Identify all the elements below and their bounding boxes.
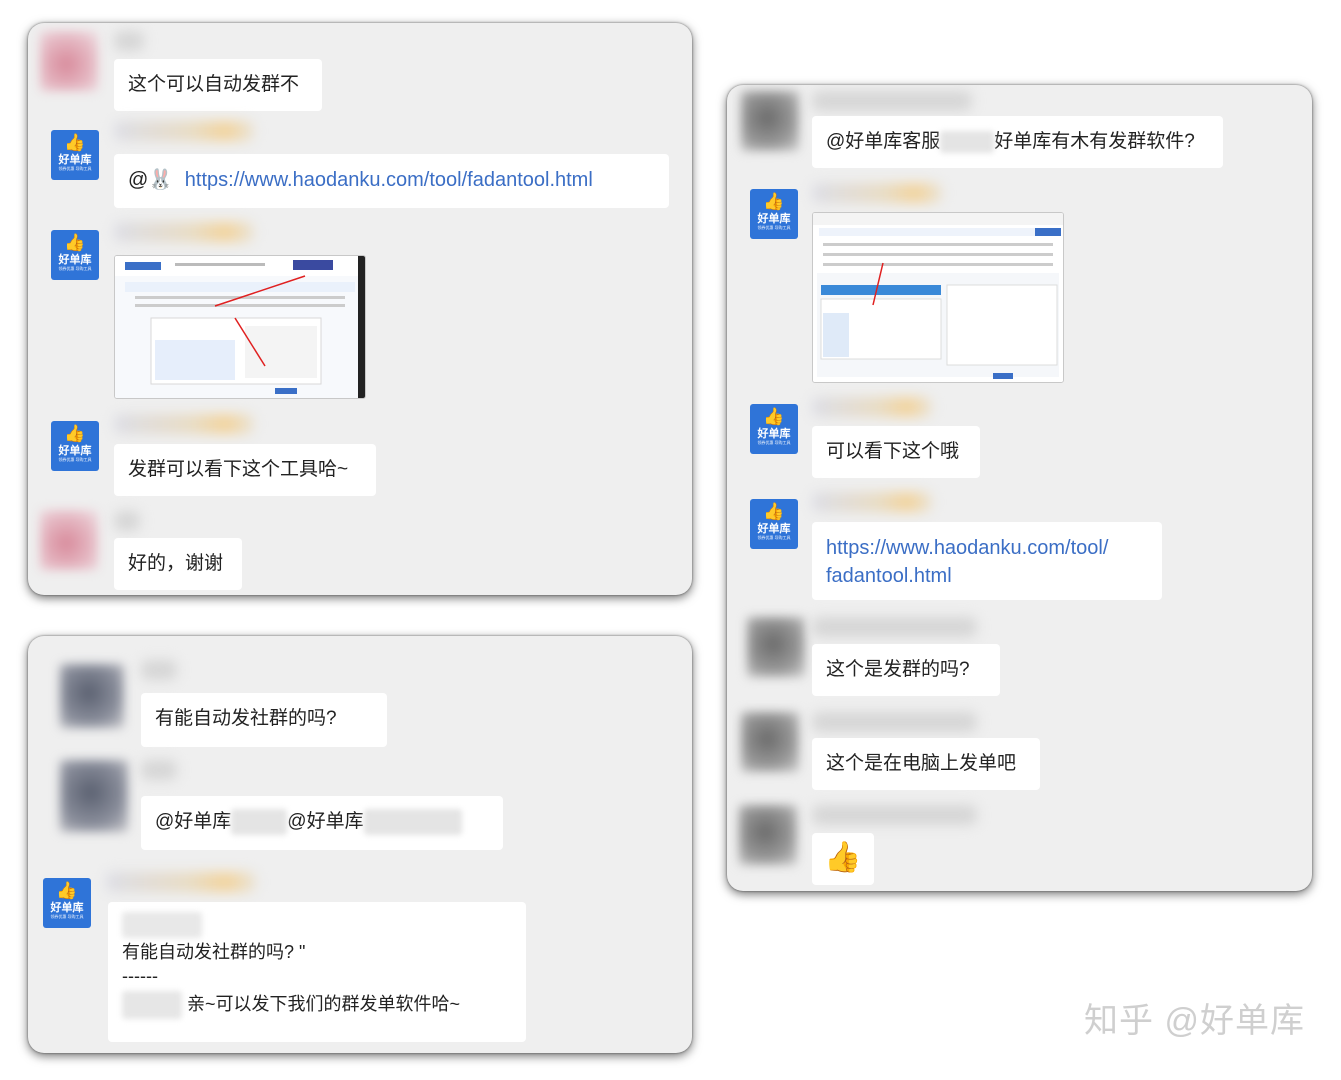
blurred-name — [231, 808, 288, 835]
message-bubble[interactable]: 好的，谢谢 — [114, 538, 242, 590]
sender-name — [141, 760, 177, 780]
sender-name — [812, 397, 932, 417]
message-text: 好单库有木有发群软件? — [994, 131, 1195, 152]
logo-brand-text: 好单库 — [58, 445, 92, 457]
message-bubble[interactable]: 👍 — [812, 833, 874, 885]
message-link[interactable]: https://www.haodanku.com/tool/fadantool.… — [185, 169, 593, 191]
message-text: 这个可以自动发群不 — [128, 74, 300, 95]
message-bubble[interactable]: 可以看下这个哦 — [812, 426, 980, 478]
mention-text: @🐰 — [128, 169, 174, 191]
sender-name — [106, 872, 256, 892]
logo-tagline: 领券优惠 导购工具 — [58, 166, 92, 171]
user-avatar[interactable] — [747, 617, 805, 677]
message-text: 好的，谢谢 — [128, 553, 224, 574]
sender-name — [114, 511, 140, 531]
haodanku-logo-avatar[interactable]: 👍 好单库 领券优惠 导购工具 — [750, 189, 798, 239]
quoted-message-text: 有能自动发社群的吗? " — [122, 942, 306, 962]
logo-brand-text: 好单库 — [757, 523, 791, 535]
haodanku-logo-avatar[interactable]: 👍 好单库 领券优惠 导购工具 — [750, 499, 798, 549]
quoted-sender-blurred — [122, 912, 202, 938]
screenshot-thumbnail-graphic — [115, 256, 365, 398]
blurred-name — [363, 808, 462, 835]
user-avatar[interactable] — [40, 31, 98, 91]
sender-name — [812, 712, 977, 732]
thumbs-up-icon: 👍 — [56, 881, 78, 900]
message-bubble[interactable]: 有能自动发社群的吗? — [141, 693, 387, 747]
logo-brand-text: 好单库 — [58, 154, 92, 166]
sender-name — [812, 91, 972, 111]
message-bubble[interactable]: 这个可以自动发群不 — [114, 59, 322, 111]
thumbs-up-icon: 👍 — [64, 133, 86, 152]
message-bubble[interactable]: 这个是发群的吗? — [812, 644, 1000, 696]
message-bubble[interactable]: @好单库 @好单库 — [141, 796, 503, 850]
screenshot-image[interactable] — [812, 212, 1064, 383]
message-text: 发群可以看下这个工具哈~ — [128, 459, 349, 480]
user-avatar[interactable] — [40, 510, 98, 570]
logo-tagline: 领券优惠 导购工具 — [50, 914, 84, 919]
logo-tagline: 领券优惠 导购工具 — [757, 535, 791, 540]
message-bubble[interactable]: @🐰 https://www.haodanku.com/tool/fadanto… — [114, 154, 669, 208]
logo-tagline: 领券优惠 导购工具 — [58, 266, 92, 271]
chat-panel-right: @好单库客服 好单库有木有发群软件? 👍 好单库 领券优惠 导购工具 👍 好单库 … — [727, 85, 1312, 891]
zhihu-watermark: 知乎 @好单库 — [1084, 1002, 1305, 1040]
haodanku-logo-avatar[interactable]: 👍 好单库 领券优惠 导购工具 — [750, 404, 798, 454]
thumbs-up-emoji-icon: 👍 — [824, 841, 862, 874]
haodanku-logo-avatar[interactable]: 👍 好单库 领券优惠 导购工具 — [51, 230, 99, 280]
thumbs-up-icon: 👍 — [763, 192, 785, 211]
user-avatar[interactable] — [741, 712, 799, 772]
blurred-name — [940, 130, 995, 153]
user-avatar[interactable] — [739, 805, 797, 865]
logo-brand-text: 好单库 — [757, 428, 791, 440]
message-text: 这个是发群的吗? — [826, 659, 970, 680]
thumbs-up-icon: 👍 — [64, 233, 86, 252]
chat-panel-top-left: 这个可以自动发群不 👍 好单库 领券优惠 导购工具 @🐰 https://www… — [28, 23, 692, 595]
reply-line: 亲~可以发下我们的群发单软件哈~ — [122, 990, 512, 1020]
sender-name — [114, 121, 254, 141]
sender-name — [114, 31, 144, 51]
user-avatar[interactable] — [60, 664, 124, 728]
message-text: 这个是在电脑上发单吧 — [826, 753, 1017, 774]
haodanku-logo-avatar[interactable]: 👍 好单库 领券优惠 导购工具 — [51, 421, 99, 471]
logo-brand-text: 好单库 — [757, 213, 791, 225]
logo-brand-text: 好单库 — [50, 902, 84, 914]
sender-name — [812, 183, 942, 203]
mention-text: @好单库 — [155, 811, 232, 832]
message-bubble[interactable]: @好单库客服 好单库有木有发群软件? — [812, 116, 1223, 168]
sender-name — [812, 805, 977, 825]
user-avatar[interactable] — [741, 91, 799, 151]
mention-text: @好单库客服 — [826, 131, 941, 152]
chat-panel-bottom-left: 有能自动发社群的吗? @好单库 @好单库 👍 好单库 领券优惠 导购工具 有能自动… — [28, 636, 692, 1053]
haodanku-logo-avatar[interactable]: 👍 好单库 领券优惠 导购工具 — [51, 130, 99, 180]
sender-name — [114, 222, 254, 242]
haodanku-logo-avatar[interactable]: 👍 好单库 领券优惠 导购工具 — [43, 878, 91, 928]
sender-name — [812, 617, 977, 637]
sender-name — [141, 660, 177, 680]
thumbs-up-icon: 👍 — [763, 407, 785, 426]
logo-tagline: 领券优惠 导购工具 — [757, 225, 791, 230]
message-bubble[interactable]: https://www.haodanku.com/tool/ fadantool… — [812, 522, 1162, 600]
sender-name — [812, 492, 932, 512]
thumbs-up-icon: 👍 — [64, 424, 86, 443]
message-link-continued[interactable]: fadantool.html — [826, 562, 1148, 590]
message-link[interactable]: https://www.haodanku.com/tool/ — [826, 534, 1148, 562]
logo-brand-text: 好单库 — [58, 254, 92, 266]
mention-text: @好单库 — [287, 811, 364, 832]
screenshot-thumbnail-graphic — [813, 213, 1063, 382]
message-bubble[interactable]: 这个是在电脑上发单吧 — [812, 738, 1040, 790]
screenshot-image[interactable] — [114, 255, 366, 399]
blurred-name — [122, 991, 182, 1020]
sender-name — [114, 414, 254, 434]
message-text: 可以看下这个哦 — [826, 441, 960, 462]
thumbs-up-icon: 👍 — [763, 502, 785, 521]
reply-text: 亲~可以发下我们的群发单软件哈~ — [187, 994, 461, 1014]
message-bubble-with-quote[interactable]: 有能自动发社群的吗? " ------ 亲~可以发下我们的群发单软件哈~ — [108, 902, 526, 1042]
message-text: 有能自动发社群的吗? — [155, 708, 337, 729]
logo-tagline: 领券优惠 导购工具 — [58, 457, 92, 462]
logo-tagline: 领券优惠 导购工具 — [757, 440, 791, 445]
message-bubble[interactable]: 发群可以看下这个工具哈~ — [114, 444, 376, 496]
quote-divider: ------ — [122, 966, 158, 986]
user-avatar[interactable] — [60, 760, 128, 832]
